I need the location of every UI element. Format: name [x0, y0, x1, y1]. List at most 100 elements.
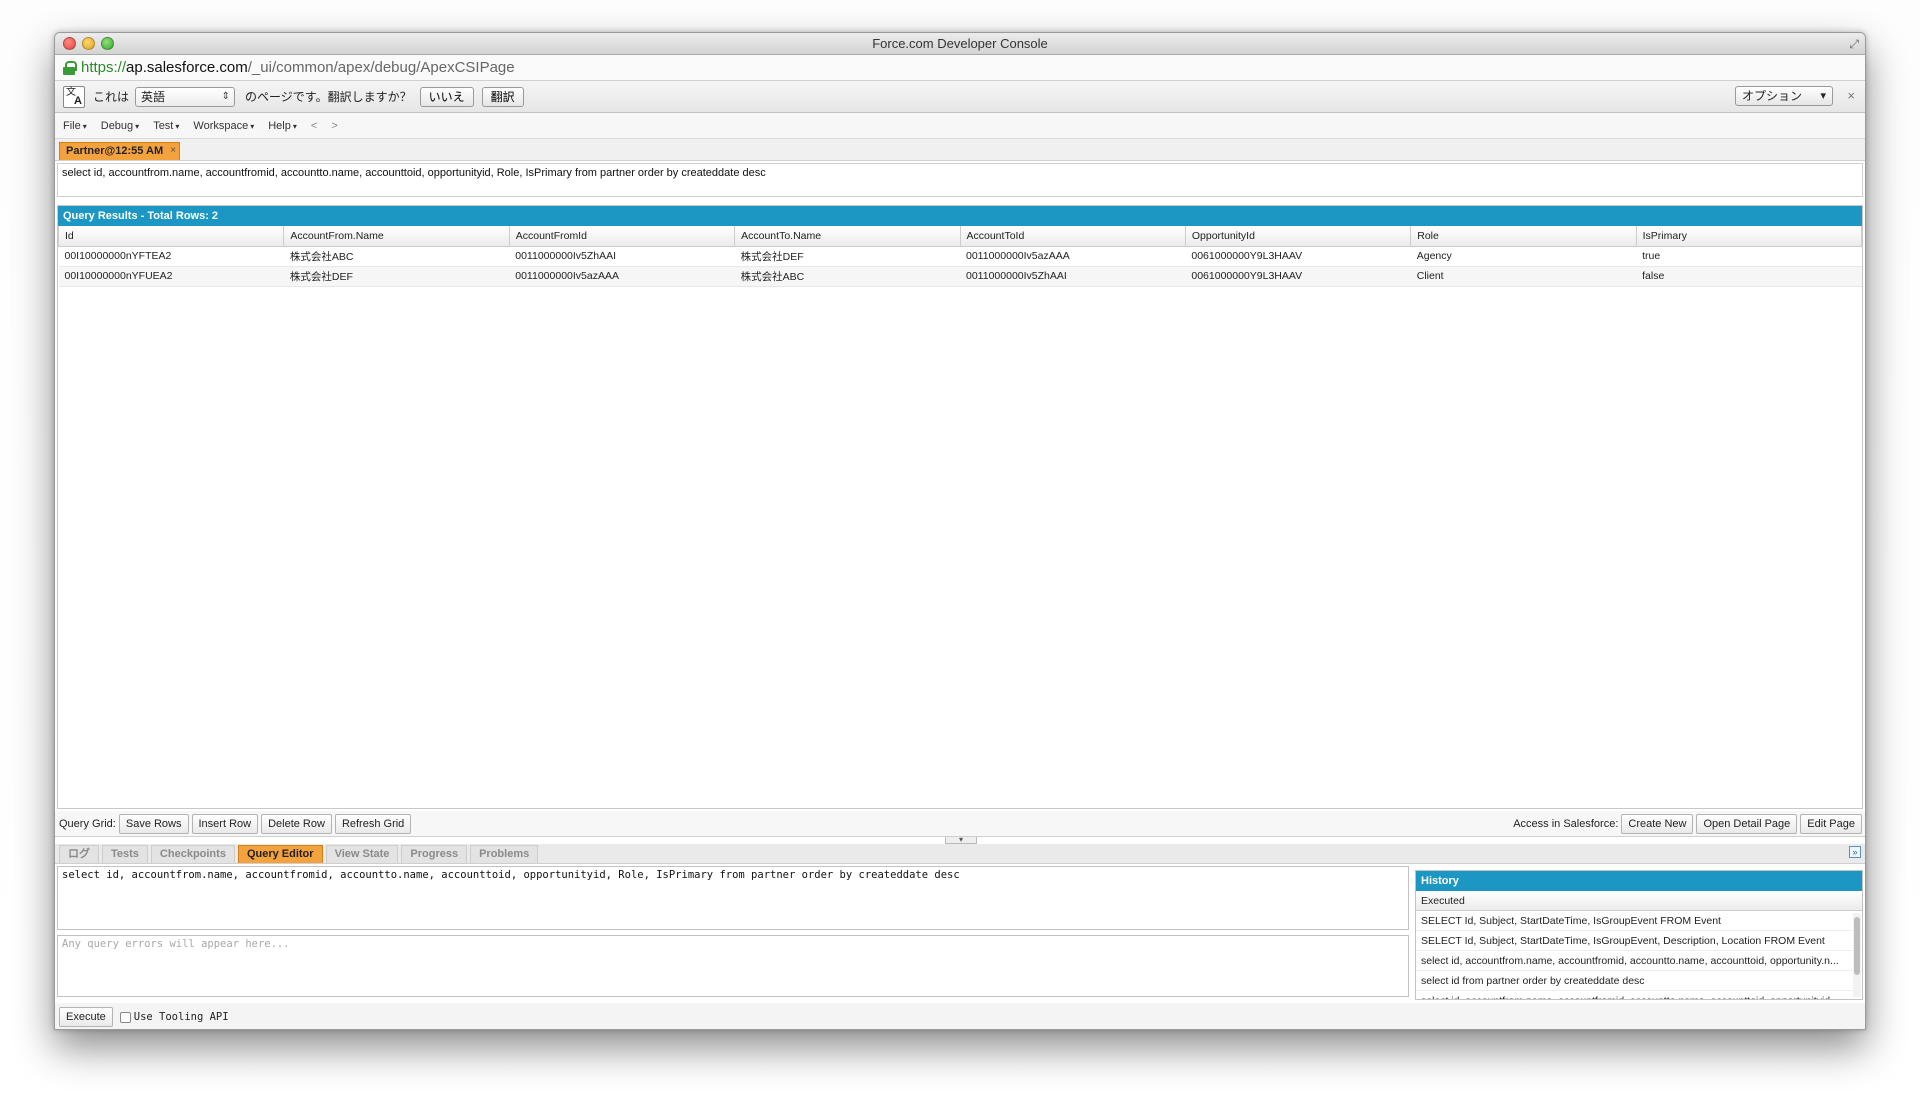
- menu-debug[interactable]: Debug ▾: [101, 120, 139, 132]
- chevron-down-icon: ▾: [292, 121, 297, 131]
- minimize-window-button[interactable]: [82, 37, 95, 50]
- query-errors-area: Any query errors will appear here...: [57, 935, 1409, 997]
- close-icon[interactable]: ×: [1847, 88, 1855, 103]
- chevron-down-icon: ▾: [82, 121, 87, 131]
- translate-question: のページです。翻訳しますか？: [245, 90, 412, 104]
- edit-page-button[interactable]: Edit Page: [1800, 813, 1862, 834]
- chevron-down-icon: ▾: [135, 121, 140, 131]
- history-panel: History Executed SELECT Id, Subject, Sta…: [1415, 870, 1863, 1000]
- refresh-grid-button[interactable]: Refresh Grid: [334, 813, 412, 834]
- query-results-panel: Query Results - Total Rows: 2 Id Account…: [57, 205, 1863, 809]
- history-scrollbar[interactable]: [1853, 913, 1861, 997]
- tab-checkpoints[interactable]: Checkpoints: [150, 845, 235, 863]
- window-title: Force.com Developer Console: [872, 36, 1048, 51]
- cell[interactable]: 0011000000Iv5azAAA: [960, 246, 1186, 267]
- language-select[interactable]: 英語: [135, 86, 236, 107]
- history-item[interactable]: SELECT Id, Subject, StartDateTime, IsGro…: [1416, 931, 1862, 951]
- panel-splitter-handle[interactable]: ▾: [945, 836, 977, 844]
- tab-problems[interactable]: Problems: [470, 845, 539, 863]
- tab-label: Partner@12:55 AM: [66, 145, 164, 157]
- tab-partner-query[interactable]: Partner@12:55 AM ×: [59, 142, 181, 160]
- zoom-window-button[interactable]: [101, 37, 114, 50]
- scrollbar-thumb[interactable]: [1854, 917, 1860, 975]
- url-scheme: https://: [81, 59, 127, 76]
- window-controls: [63, 37, 114, 50]
- history-item[interactable]: SELECT Id, Subject, StartDateTime, IsGro…: [1416, 911, 1862, 931]
- tab-query-editor[interactable]: Query Editor: [237, 845, 323, 863]
- executed-query-text: select id, accountfrom.name, accountfrom…: [57, 163, 1863, 197]
- close-tab-icon[interactable]: ×: [170, 142, 176, 159]
- table-row[interactable]: 00I10000000nYFUEA2 株式会社DEF 0011000000Iv5…: [58, 266, 1862, 287]
- translate-button[interactable]: 翻訳: [481, 86, 524, 107]
- tab-logs[interactable]: ログ: [59, 845, 99, 863]
- history-column-executed[interactable]: Executed: [1416, 891, 1862, 911]
- translate-prefix: これは: [93, 90, 130, 104]
- url-bar[interactable]: https://ap.salesforce.com/_ui/common/ape…: [55, 55, 1865, 81]
- history-item[interactable]: select id from partner order by createdd…: [1416, 971, 1862, 991]
- table-row[interactable]: 00I10000000nYFTEA2 株式会社ABC 0011000000Iv5…: [58, 246, 1862, 267]
- cell[interactable]: Client: [1410, 266, 1637, 287]
- col-header-accountfrom-name[interactable]: AccountFrom.Name: [283, 226, 510, 247]
- nav-back-button[interactable]: <: [311, 120, 317, 132]
- col-header-isprimary[interactable]: IsPrimary: [1635, 226, 1863, 247]
- cell[interactable]: 株式会社ABC: [734, 266, 960, 287]
- access-in-salesforce-group: Access in Salesforce: Create New Open De…: [1513, 813, 1865, 834]
- history-item[interactable]: select id, accountfrom.name, accountfrom…: [1416, 991, 1862, 999]
- cell[interactable]: 00I10000000nYFTEA2: [58, 246, 284, 267]
- cell[interactable]: 0011000000Iv5ZhAAI: [509, 246, 735, 267]
- create-new-button[interactable]: Create New: [1621, 813, 1694, 834]
- cell[interactable]: 0061000000Y9L3HAAV: [1185, 266, 1411, 287]
- translate-bar: 文 A これは 英語 のページです。翻訳しますか？ いいえ 翻訳 オプション ×: [55, 81, 1865, 113]
- title-bar: Force.com Developer Console ⤢: [55, 33, 1865, 55]
- cell[interactable]: 株式会社ABC: [283, 246, 510, 267]
- fullscreen-icon[interactable]: ⤢: [1849, 37, 1859, 51]
- menu-bar: File ▾ Debug ▾ Test ▾ Workspace ▾ Help ▾ < >: [55, 113, 1865, 139]
- file-tab-strip: Partner@12:55 AM ×: [55, 139, 1865, 161]
- translate-icon: 文 A: [63, 85, 85, 108]
- collapse-panel-icon[interactable]: »: [1849, 846, 1861, 858]
- tab-view-state[interactable]: View State: [325, 845, 399, 863]
- delete-row-button[interactable]: Delete Row: [261, 813, 332, 834]
- col-header-role[interactable]: Role: [1410, 226, 1637, 247]
- close-window-button[interactable]: [63, 37, 76, 50]
- cell[interactable]: true: [1636, 246, 1862, 267]
- history-title: History: [1416, 871, 1862, 891]
- results-header: Query Results - Total Rows: 2: [58, 206, 1862, 226]
- cell[interactable]: 00I10000000nYFUEA2: [58, 266, 284, 287]
- bottom-panel-tabs: ログ Tests Checkpoints Query Editor View S…: [55, 844, 1865, 864]
- cell[interactable]: 株式会社DEF: [734, 246, 960, 267]
- chevron-down-icon: ▾: [250, 121, 255, 131]
- url-path: /_ui/common/apex/debug/ApexCSIPage: [247, 59, 515, 76]
- menu-test[interactable]: Test ▾: [153, 120, 179, 132]
- options-dropdown[interactable]: オプション: [1735, 86, 1833, 106]
- tab-tests[interactable]: Tests: [102, 845, 148, 863]
- open-detail-page-button[interactable]: Open Detail Page: [1696, 813, 1798, 834]
- no-button[interactable]: いいえ: [419, 86, 474, 107]
- use-tooling-api-label[interactable]: Use Tooling API: [134, 1011, 229, 1023]
- menu-workspace[interactable]: Workspace ▾: [193, 120, 254, 132]
- col-header-accountto-name[interactable]: AccountTo.Name: [734, 226, 961, 247]
- cell[interactable]: 0061000000Y9L3HAAV: [1185, 246, 1411, 267]
- cell[interactable]: 株式会社DEF: [283, 266, 510, 287]
- menu-file[interactable]: File ▾: [63, 120, 87, 132]
- col-header-opportunityid[interactable]: OpportunityId: [1184, 226, 1412, 247]
- execute-button[interactable]: Execute: [59, 1007, 113, 1027]
- cell[interactable]: false: [1636, 266, 1862, 287]
- lock-icon: [63, 60, 77, 75]
- use-tooling-api-checkbox[interactable]: [119, 1011, 131, 1023]
- cell[interactable]: Agency: [1410, 246, 1637, 267]
- insert-row-button[interactable]: Insert Row: [191, 813, 259, 834]
- nav-forward-button[interactable]: >: [331, 120, 337, 132]
- cell[interactable]: 0011000000Iv5azAAA: [509, 266, 735, 287]
- col-header-accountfromid[interactable]: AccountFromId: [508, 226, 736, 247]
- results-grid: Id AccountFrom.Name AccountFromId Accoun…: [57, 226, 1863, 287]
- history-item[interactable]: select id, accountfrom.name, accountfrom…: [1416, 951, 1862, 971]
- col-header-accounttoid[interactable]: AccountToId: [959, 226, 1186, 247]
- save-rows-button[interactable]: Save Rows: [118, 813, 189, 834]
- tab-progress[interactable]: Progress: [401, 845, 468, 863]
- col-header-id[interactable]: Id: [57, 226, 285, 247]
- cell[interactable]: 0011000000Iv5ZhAAI: [960, 266, 1186, 287]
- menu-help[interactable]: Help ▾: [268, 120, 297, 132]
- query-editor-input[interactable]: select id, accountfrom.name, accountfrom…: [57, 866, 1409, 930]
- query-grid-toolbar: Query Grid: Save Rows Insert Row Delete …: [55, 811, 1865, 837]
